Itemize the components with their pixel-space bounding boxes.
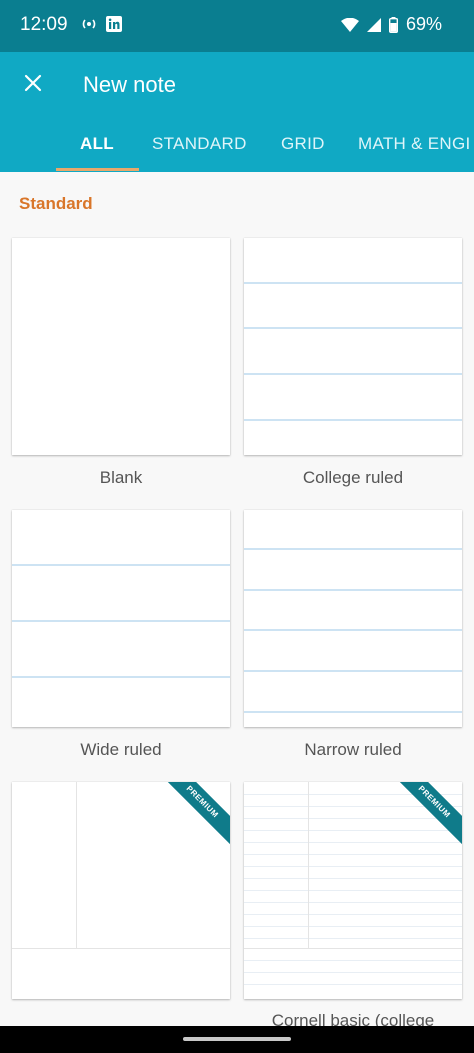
- radio-signal-icon: [82, 19, 96, 29]
- wifi-icon: [340, 17, 359, 32]
- page-title: New note: [83, 72, 176, 97]
- gesture-handle[interactable]: [183, 1037, 291, 1041]
- template-label-wide-ruled: Wide ruled: [80, 740, 162, 759]
- tab-bar: ALL STANDARD GRID MATH & ENGI: [0, 130, 474, 172]
- section-title: Standard: [19, 194, 93, 213]
- status-system-icons: 69%: [340, 14, 442, 35]
- tab-standard[interactable]: STANDARD: [152, 134, 247, 154]
- status-time: 12:09: [20, 14, 68, 35]
- close-button[interactable]: [18, 68, 48, 98]
- template-card-cornell[interactable]: PREMIUM: [12, 782, 230, 999]
- cell-signal-icon: [366, 17, 381, 32]
- battery-percent: 69%: [405, 14, 442, 34]
- tab-all[interactable]: ALL: [80, 134, 114, 154]
- template-card-wide-ruled[interactable]: [12, 510, 230, 727]
- premium-badge: PREMIUM: [391, 782, 462, 845]
- template-label-blank: Blank: [99, 468, 143, 487]
- tab-grid[interactable]: GRID: [281, 134, 325, 154]
- status-bar: 12:09 69%: [0, 0, 474, 52]
- battery-icon: [388, 16, 398, 33]
- status-notification-icons: [80, 16, 122, 32]
- tab-indicator: [56, 168, 139, 171]
- premium-badge: PREMIUM: [159, 782, 230, 845]
- template-card-narrow-ruled[interactable]: [244, 510, 462, 727]
- template-card-college-ruled[interactable]: [244, 238, 462, 455]
- template-label-college-ruled: College ruled: [302, 468, 404, 487]
- linkedin-icon: [106, 16, 122, 32]
- app-bar: New note ALL STANDARD GRID MATH & ENGI: [0, 52, 474, 172]
- close-icon: [24, 74, 42, 92]
- tab-math-engineering[interactable]: MATH & ENGI: [358, 134, 471, 154]
- template-card-blank[interactable]: [12, 238, 230, 455]
- template-label-narrow-ruled: Narrow ruled: [304, 740, 402, 759]
- system-nav-bar: [0, 1026, 474, 1053]
- template-card-cornell-basic-college[interactable]: PREMIUM: [244, 782, 462, 999]
